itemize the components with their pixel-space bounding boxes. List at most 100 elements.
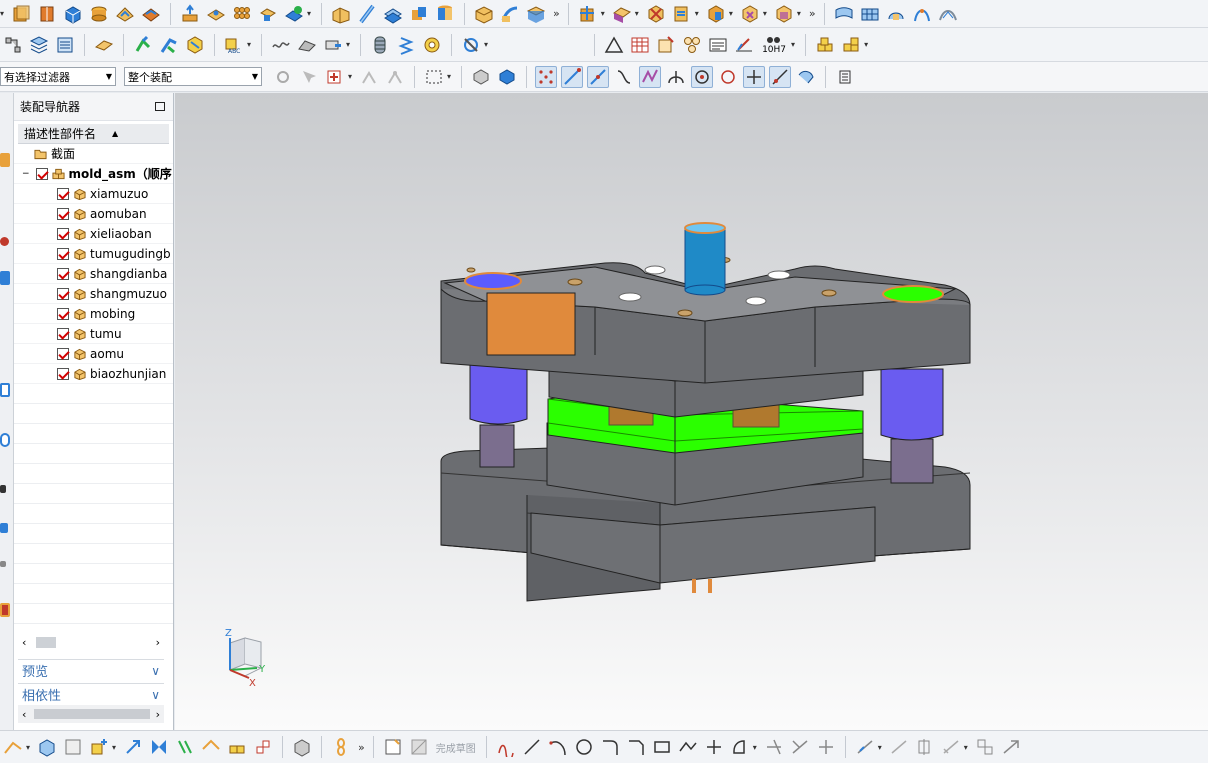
panel-hscroll[interactable]: ‹ › <box>18 705 164 723</box>
boss-icon[interactable] <box>205 3 227 25</box>
constraints-icon[interactable] <box>252 736 274 758</box>
snap-alt-icon[interactable] <box>384 66 406 88</box>
cone-icon[interactable] <box>114 3 136 25</box>
more-chevron[interactable]: » <box>553 7 560 20</box>
chamfer-sketch-icon[interactable] <box>625 736 647 758</box>
dropdown-arrow[interactable]: ▾ <box>791 40 795 49</box>
triangle-icon[interactable] <box>603 34 625 56</box>
dropdown-arrow[interactable]: ▾ <box>447 72 451 81</box>
intersection-icon[interactable] <box>639 65 662 88</box>
washer-icon[interactable] <box>322 34 344 56</box>
dropdown-arrow[interactable]: ▾ <box>635 9 639 18</box>
list-icon[interactable] <box>834 66 856 88</box>
part-navigator-icon[interactable] <box>54 34 76 56</box>
tree-row-component[interactable]: tumu <box>14 324 173 344</box>
tree-row-component[interactable]: tumugudingb <box>14 244 173 264</box>
pad-icon[interactable] <box>257 3 279 25</box>
measure-icon[interactable] <box>93 34 115 56</box>
tree-row-root[interactable]: − mold_asm（顺序 <box>14 164 173 184</box>
dropdown-arrow[interactable]: ▾ <box>0 9 4 18</box>
measure-body-icon[interactable] <box>291 736 313 758</box>
surface-finish-icon[interactable] <box>733 34 755 56</box>
sort-ascending-icon[interactable]: ▲ <box>112 129 118 138</box>
dropdown-arrow[interactable]: ▾ <box>26 743 30 752</box>
subtract-icon[interactable] <box>408 3 430 25</box>
system-scene-tab-icon[interactable] <box>0 561 6 567</box>
history-tab-icon[interactable] <box>0 433 10 447</box>
snap-icon[interactable] <box>358 66 380 88</box>
preview-panel[interactable]: 预览 ∨ <box>18 659 164 681</box>
expand-icon[interactable]: ∨ <box>151 688 160 702</box>
quadrant-icon[interactable] <box>717 66 739 88</box>
pattern-icon[interactable] <box>356 3 378 25</box>
sketch-icon[interactable] <box>2 736 24 758</box>
dropdown-arrow[interactable]: ▾ <box>878 743 882 752</box>
dropdown-arrow[interactable]: ▾ <box>864 40 868 49</box>
tree-row-component[interactable]: mobing <box>14 304 173 324</box>
auto-dimension-icon[interactable] <box>888 736 910 758</box>
dropdown-arrow[interactable]: ▾ <box>346 40 350 49</box>
sphere-icon[interactable] <box>140 3 162 25</box>
block-icon[interactable] <box>62 3 84 25</box>
model-view[interactable]: Z Y X <box>175 93 1208 730</box>
chamfer-icon[interactable] <box>705 3 727 25</box>
mesh-surface-icon[interactable] <box>859 3 881 25</box>
visibility-checkbox[interactable] <box>57 247 69 260</box>
intersect-icon[interactable] <box>434 3 456 25</box>
mirror-assembly-icon[interactable] <box>148 736 170 758</box>
note-icon[interactable] <box>707 34 729 56</box>
table-icon[interactable] <box>629 34 651 56</box>
part-navigator-tab-icon[interactable] <box>0 153 10 167</box>
dropdown-arrow[interactable]: ▾ <box>763 9 767 18</box>
rectangle-icon[interactable] <box>651 736 673 758</box>
hole-icon[interactable] <box>179 3 201 25</box>
visibility-checkbox[interactable] <box>35 167 48 180</box>
fillet-icon[interactable] <box>599 736 621 758</box>
visibility-checkbox[interactable] <box>57 227 69 240</box>
dropdown-arrow[interactable]: ▾ <box>247 40 251 49</box>
process-studio-tab-icon[interactable] <box>0 485 6 493</box>
dropdown-arrow[interactable]: ▾ <box>601 9 605 18</box>
component-icon[interactable] <box>496 66 518 88</box>
tolerance-icon[interactable]: 10H7 <box>759 34 789 56</box>
spring-icon[interactable] <box>270 34 292 56</box>
explode-icon[interactable] <box>184 34 206 56</box>
select-icon[interactable] <box>298 66 320 88</box>
scroll-right-icon[interactable]: › <box>156 636 160 649</box>
geometric-constraint-icon[interactable] <box>940 736 962 758</box>
tree-row-component[interactable]: biaozhunjian <box>14 364 173 384</box>
shell-icon[interactable] <box>645 3 667 25</box>
group-icon[interactable] <box>226 736 248 758</box>
polygon-icon[interactable] <box>677 736 699 758</box>
dropdown-arrow[interactable]: ▾ <box>112 743 116 752</box>
add-component-icon[interactable] <box>36 736 58 758</box>
offset-face-icon[interactable] <box>525 3 547 25</box>
bolt-icon[interactable] <box>296 34 318 56</box>
display-constraints-icon[interactable] <box>974 736 996 758</box>
dropdown-arrow[interactable]: ▾ <box>348 72 352 81</box>
finish-sketch-icon[interactable] <box>408 736 430 758</box>
pocket-icon[interactable] <box>231 3 253 25</box>
bearing-icon[interactable] <box>421 34 443 56</box>
chain-icon[interactable] <box>330 736 352 758</box>
spring-coil-icon[interactable] <box>395 34 417 56</box>
offset-curve-icon[interactable] <box>729 736 751 758</box>
sweep-icon[interactable] <box>577 3 599 25</box>
rapid-dimension-icon[interactable] <box>914 736 936 758</box>
extrude-icon[interactable] <box>10 3 32 25</box>
tree-row-section[interactable]: 截面 <box>14 144 173 164</box>
bridge-icon[interactable] <box>937 3 959 25</box>
tree-row-component[interactable]: shangmuzuo <box>14 284 173 304</box>
visibility-checkbox[interactable] <box>57 267 69 280</box>
tube-icon[interactable] <box>611 3 633 25</box>
arc-center-icon[interactable] <box>665 66 687 88</box>
dropdown-arrow[interactable]: ▾ <box>307 9 311 18</box>
ruled-icon[interactable] <box>885 3 907 25</box>
constraint-icon[interactable] <box>132 34 154 56</box>
scroll-thumb[interactable] <box>36 637 56 648</box>
dropdown-arrow[interactable]: ▾ <box>964 743 968 752</box>
make-corner-icon[interactable] <box>815 736 837 758</box>
move-icon[interactable] <box>122 736 144 758</box>
line-icon[interactable] <box>521 736 543 758</box>
rectangle-select-icon[interactable] <box>423 66 445 88</box>
